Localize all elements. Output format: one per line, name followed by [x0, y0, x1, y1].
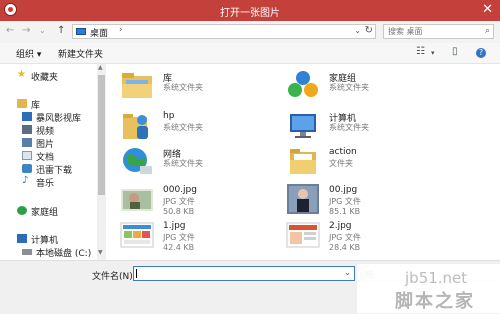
search-icon[interactable]: ⌕ [485, 26, 490, 36]
scroll-down-icon[interactable]: ▼ [98, 249, 103, 256]
thunder-icon [22, 164, 32, 173]
help-icon[interactable]: ? [476, 48, 486, 58]
breadcrumb-chevron-icon[interactable]: › [119, 25, 123, 35]
jpg-thumbnail-icon [120, 222, 154, 248]
pictures-icon [22, 138, 32, 147]
preview-pane-icon[interactable]: ▯ [452, 46, 458, 57]
library-folder-icon [122, 73, 152, 98]
new-folder-button[interactable]: 新建文件夹 [58, 47, 103, 60]
filename-dropdown-icon[interactable]: ⌄ [344, 268, 351, 277]
jpg-thumbnail-icon [121, 189, 153, 211]
file-item-library[interactable]: 库 系统文件夹 [120, 68, 310, 102]
forward-button[interactable]: → [22, 25, 30, 36]
file-item-hp[interactable]: hp 系统文件夹 [120, 108, 310, 142]
filename-input[interactable]: ⌄ [133, 266, 355, 281]
search-box[interactable]: ⌕ [383, 24, 494, 39]
library-icon [17, 99, 27, 108]
jpg-thumbnail-icon [286, 222, 320, 248]
file-item-homegroup[interactable]: 家庭组 系统文件夹 [286, 68, 476, 102]
address-bar[interactable]: 桌面 › ⌄ ↻ [72, 24, 376, 39]
computer-icon [290, 114, 316, 138]
homegroup-icon [17, 206, 27, 215]
address-dropdown-icon[interactable]: ⌄ [354, 26, 361, 35]
file-item-computer[interactable]: 计算机 系统文件夹 [286, 108, 476, 142]
breadcrumb-desktop[interactable]: 桌面 [90, 26, 108, 39]
file-item-network[interactable]: 网络 系统文件夹 [120, 144, 310, 178]
window-title: 打开一张图片 [220, 8, 280, 19]
computer-icon [17, 234, 27, 243]
command-toolbar: 组织 ▾ 新建文件夹 ☷ ▾ ▯ ? [0, 43, 500, 64]
view-options-icon[interactable]: ☷ [416, 46, 425, 57]
text-caret [136, 269, 137, 278]
documents-icon [22, 151, 32, 160]
close-button[interactable]: ✕ [482, 2, 493, 18]
back-button[interactable]: ← [6, 25, 14, 36]
scroll-up-icon[interactable]: ▲ [98, 64, 103, 71]
scrollbar-thumb[interactable] [98, 75, 105, 195]
desktop-icon [76, 28, 86, 35]
video-library-icon [22, 112, 32, 121]
star-icon: ★ [17, 69, 26, 80]
navigation-bar: ← → ⌄ ↑ 桌面 › ⌄ ↻ ⌕ [0, 21, 500, 44]
video-icon [22, 125, 32, 134]
file-list: 库 系统文件夹 家庭组 系统文件夹 hp 系统文件夹 计算机 系统文件夹 网络 … [106, 64, 500, 260]
user-folder-icon [123, 114, 148, 139]
recent-locations-dropdown[interactable]: ⌄ [39, 26, 46, 35]
file-item-action[interactable]: action 文件夹 [286, 144, 476, 178]
sidebar-scrollbar[interactable]: ▲ ▼ [97, 64, 106, 260]
file-item-2-jpg[interactable]: 2.jpg JPG 文件 28.4 KB [286, 218, 476, 252]
refresh-icon[interactable]: ↻ [365, 25, 373, 36]
homegroup-icon [288, 71, 318, 97]
file-item-1-jpg[interactable]: 1.jpg JPG 文件 42.4 KB [120, 218, 310, 252]
title-bar: 打开一张图片 ✕ [0, 0, 500, 21]
jpg-thumbnail-icon [287, 184, 319, 214]
watermark: jb51.net 脚本之家 [357, 264, 500, 313]
file-item-00-jpg[interactable]: 00.jpg JPG 文件 85.1 KB [286, 182, 476, 216]
navigation-pane: ★ 收藏夹 库 暴风影视库 视频 图片 文档 迅雷下载 ♪ 音乐 家庭组 计算机… [0, 64, 98, 260]
organize-button[interactable]: 组织 ▾ [16, 47, 41, 60]
network-icon [123, 148, 152, 174]
up-button[interactable]: ↑ [57, 25, 65, 36]
drive-icon [22, 249, 32, 255]
filename-label: 文件名(N): [92, 272, 136, 282]
watermark-logo-text: 脚本之家 [395, 291, 475, 312]
music-icon: ♪ [22, 175, 29, 186]
file-item-000-jpg[interactable]: 000.jpg JPG 文件 50.8 KB [120, 182, 310, 216]
view-dropdown-icon[interactable]: ▾ [431, 49, 435, 57]
watermark-url: jb51.net [405, 269, 468, 287]
folder-icon [290, 149, 316, 174]
search-input[interactable] [386, 25, 482, 38]
